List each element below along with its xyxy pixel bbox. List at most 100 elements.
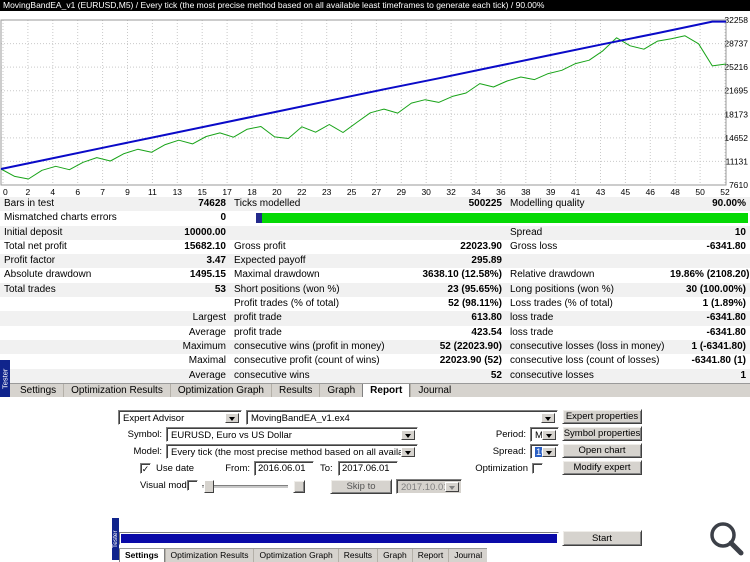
expert-properties-button[interactable]: Expert properties xyxy=(562,409,642,424)
visual-mode-checkbox[interactable] xyxy=(187,480,198,491)
report-value: 30 (100.00%) xyxy=(666,282,750,298)
report-label xyxy=(230,225,414,240)
report-label: Total trades xyxy=(0,282,120,298)
svg-text:0: 0 xyxy=(3,187,8,197)
report-label: Total net profit xyxy=(4,240,67,252)
skip-date-value: 2017.10.01 xyxy=(401,482,446,492)
report-label: Spread xyxy=(506,225,666,240)
report-label: Expected payoff xyxy=(230,254,414,269)
report-value: 10000.00 xyxy=(120,225,230,240)
chevron-down-icon[interactable] xyxy=(401,447,415,457)
report-value: 22023.90 xyxy=(460,240,502,252)
report-value: 19.86% (2108.20) xyxy=(670,269,750,281)
svg-text:14652: 14652 xyxy=(724,133,748,143)
spread-combo[interactable]: 10 xyxy=(530,444,559,459)
visual-speed-button[interactable] xyxy=(293,480,305,493)
chevron-down-icon[interactable] xyxy=(225,413,239,423)
model-combo[interactable]: Every tick (the most precise method base… xyxy=(166,444,418,459)
magnifier-icon[interactable] xyxy=(708,520,746,558)
tab-settings[interactable]: Settings xyxy=(119,549,165,562)
report-value: Maximal xyxy=(188,355,226,367)
report-value: 0 xyxy=(220,212,226,224)
report-value: Average xyxy=(120,368,230,383)
report-label: Relative drawdown xyxy=(510,269,595,281)
report-value: -6341.80 xyxy=(706,240,746,252)
modify-expert-button[interactable]: Modify expert xyxy=(562,460,642,475)
expert-name-combo[interactable]: MovingBandEA_v1.ex4 xyxy=(246,410,558,425)
report-label xyxy=(0,354,120,368)
chevron-down-icon[interactable] xyxy=(542,447,556,457)
tab-report[interactable]: Report xyxy=(362,384,411,397)
svg-text:41: 41 xyxy=(571,187,581,197)
to-date-field[interactable]: 2017.06.01 xyxy=(338,461,398,476)
start-button[interactable]: Start xyxy=(562,530,642,546)
tab-journal[interactable]: Journal xyxy=(448,549,487,562)
report-label: consecutive losses (loss in money) xyxy=(506,339,666,355)
visual-speed-slider[interactable] xyxy=(202,480,288,493)
tab-journal[interactable]: Journal xyxy=(410,384,458,397)
tab-settings[interactable]: Settings xyxy=(13,384,63,397)
tester-panel-caption-small[interactable]: Tester xyxy=(112,518,119,560)
expert-type-value: Expert Advisor xyxy=(123,413,185,423)
tab-optimization-graph[interactable]: Optimization Graph xyxy=(253,549,337,562)
report-value: 52 (98.11%) xyxy=(448,298,502,310)
report-value: 52 (22023.90) xyxy=(414,339,506,355)
report-value: 1 (-6341.80) xyxy=(666,339,750,355)
svg-text:22: 22 xyxy=(297,187,307,197)
report-table: Bars in test 74628 Ticks modelled 500225 Mod… xyxy=(0,197,750,383)
period-combo[interactable]: M5 xyxy=(530,427,559,442)
symbol-properties-button[interactable]: Symbol properties xyxy=(562,426,642,441)
svg-text:39: 39 xyxy=(546,187,556,197)
report-label: profit trade xyxy=(230,311,414,326)
tab-graph[interactable]: Graph xyxy=(377,549,412,562)
report-label: loss trade xyxy=(510,326,554,338)
report-value: 53 xyxy=(120,282,230,298)
report-value: 90.00% xyxy=(666,197,750,212)
report-label: Loss trades (% of total) xyxy=(510,298,613,310)
balance-equity-chart: 0 2 4 6 7 9 11 13 15 17 18 20 22 23 25 27 29 30 32 34 36 38 39… xyxy=(0,11,750,197)
chevron-down-icon[interactable] xyxy=(542,430,556,440)
svg-text:23: 23 xyxy=(322,187,332,197)
report-value: 1 xyxy=(666,368,750,383)
chevron-down-icon[interactable] xyxy=(541,413,555,423)
tab-results[interactable]: Results xyxy=(337,549,377,562)
use-date-checkbox[interactable]: ✓ xyxy=(140,463,151,474)
tab-optimization-graph[interactable]: Optimization Graph xyxy=(169,384,271,397)
report-label: Gross profit xyxy=(234,240,286,252)
svg-text:36: 36 xyxy=(496,187,506,197)
report-label xyxy=(0,339,120,355)
tab-optimization-results[interactable]: Optimization Results xyxy=(63,384,170,397)
tester-panel-caption[interactable]: Tester xyxy=(0,360,10,397)
tab-report[interactable]: Report xyxy=(411,549,449,562)
svg-text:25216: 25216 xyxy=(724,62,748,72)
tester-settings-panel: Expert Advisor MovingBandEA_v1.ex4 Exper… xyxy=(0,397,750,562)
report-label xyxy=(0,368,120,383)
svg-text:29: 29 xyxy=(397,187,407,197)
svg-text:21695: 21695 xyxy=(724,86,748,96)
report-value: 3.47 xyxy=(120,254,230,269)
optimization-checkbox[interactable] xyxy=(532,463,543,474)
report-label: consecutive profit (count of wins) xyxy=(234,355,380,367)
open-chart-button[interactable]: Open chart xyxy=(562,443,642,458)
from-date-field[interactable]: 2016.06.01 xyxy=(254,461,314,476)
svg-text:25: 25 xyxy=(347,187,357,197)
report-label: consecutive wins xyxy=(230,368,414,383)
svg-text:2: 2 xyxy=(26,187,31,197)
svg-text:50: 50 xyxy=(695,187,705,197)
chevron-down-icon[interactable] xyxy=(401,430,415,440)
skip-to-button[interactable]: Skip to xyxy=(330,479,392,494)
chart-title-bar: MovingBandEA_v1 (EURUSD,M5) / Every tick… xyxy=(0,0,750,11)
use-date-label: Use date xyxy=(156,463,195,474)
expert-type-combo[interactable]: Expert Advisor xyxy=(118,410,242,425)
report-label: Short positions (won %) xyxy=(230,282,414,298)
report-label: Absolute drawdown xyxy=(4,269,92,281)
symbol-label: Symbol: xyxy=(127,429,162,440)
mt4-strategy-tester-window: MovingBandEA_v1 (EURUSD,M5) / Every tick… xyxy=(0,0,750,562)
report-value: 500225 xyxy=(414,197,506,212)
report-value: 3638.10 (12.58%) xyxy=(422,269,502,281)
symbol-combo[interactable]: EURUSD, Euro vs US Dollar xyxy=(166,427,418,442)
tab-optimization-results[interactable]: Optimization Results xyxy=(164,549,254,562)
slider-thumb[interactable] xyxy=(204,480,214,493)
tab-results[interactable]: Results xyxy=(271,384,319,397)
tab-graph[interactable]: Graph xyxy=(319,384,362,397)
